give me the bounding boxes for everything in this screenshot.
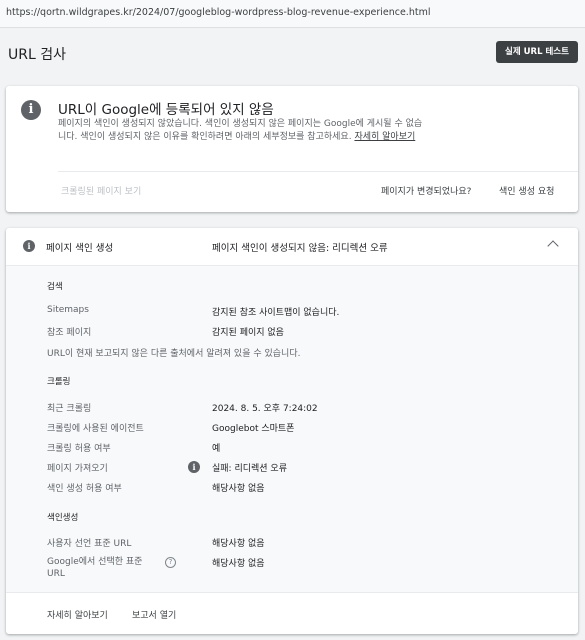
status-title: URL이 Google에 등록되어 있지 않음 [58,102,274,118]
page-fetch-label: 페이지 가져오기 [47,464,108,474]
page-indexing-card: i 페이지 색인 생성 페이지 색인이 생성되지 않음: 리디렉션 오류 검색 … [6,228,578,634]
page-indexing-details: 검색 Sitemaps 감지된 참조 사이트맵이 없습니다. 참조 페이지 감지… [6,266,578,592]
coverage-status-card: i URL이 Google에 등록되어 있지 않음 페이지의 색인이 생성되지 … [6,86,578,212]
google-canonical-label: Google에서 선택한 표준 URL [47,557,143,579]
view-crawled-page-button[interactable]: 크롤링된 페이지 보기 [61,184,141,197]
help-icon[interactable]: ? [165,557,176,568]
last-crawl-label: 최근 크롤링 [47,404,92,414]
crawled-as-value: Googlebot 스마트폰 [212,424,295,434]
learn-more-button[interactable]: 자세히 알아보기 [47,608,108,621]
user-canonical-value: 해당사항 없음 [212,539,265,549]
status-description: 페이지의 색인이 생성되지 않았습니다. 색인이 생성되지 않은 페이지는 Go… [58,118,428,144]
last-crawl-value: 2024. 8. 5. 오후 7:24:02 [212,404,318,414]
inspected-url: https://qortn.wildgrapes.kr/2024/07/goog… [6,7,431,18]
crawled-as-label: 크롤링에 사용된 에이전트 [47,424,144,434]
discovery-heading: 검색 [47,282,63,292]
referring-page-value: 감지된 페이지 없음 [212,328,284,338]
user-canonical-label: 사용자 선언 표준 URL [47,539,132,549]
page-fetch-value: 실패: 리디렉션 오류 [212,464,287,474]
page-indexing-status: 페이지 색인이 생성되지 않음: 리디렉션 오류 [212,243,388,254]
page-indexing-footer: 자세히 알아보기 보고서 열기 [6,592,578,634]
page-title: URL 검사 [8,47,66,63]
page-changed-label: 페이지가 변경되었나요? [381,187,472,197]
live-test-button[interactable]: 실제 URL 테스트 [496,41,578,63]
crawl-allowed-value: 예 [212,444,221,454]
page-indexing-header[interactable]: i 페이지 색인 생성 페이지 색인이 생성되지 않음: 리디렉션 오류 [6,228,578,266]
sitemaps-value: 감지된 참조 사이트맵이 없습니다. [212,308,340,318]
url-bar: https://qortn.wildgrapes.kr/2024/07/goog… [0,0,585,28]
chevron-up-icon[interactable] [547,240,559,252]
sitemaps-label: Sitemaps [47,305,89,315]
open-report-button[interactable]: 보고서 열기 [132,608,176,621]
divider [58,171,578,172]
google-canonical-value: 해당사항 없음 [212,559,265,569]
info-icon: i [23,240,35,252]
crawl-heading: 크롤링 [47,377,71,387]
indexing-heading: 색인생성 [47,513,79,523]
info-icon: i [21,100,41,120]
learn-more-link[interactable]: 자세히 알아보기 [354,132,415,142]
discovery-note: URL이 현재 보고되지 않은 다른 출처에서 알려져 있을 수 있습니다. [47,349,301,359]
page-indexing-label: 페이지 색인 생성 [46,243,114,254]
referring-page-label: 참조 페이지 [47,328,92,338]
crawl-allowed-label: 크롤링 허용 여부 [47,444,111,454]
request-indexing-button[interactable]: 색인 생성 요청 [499,184,554,197]
indexing-allowed-value: 해당사항 없음 [212,484,265,494]
indexing-allowed-label: 색인 생성 허용 여부 [47,484,122,494]
info-icon[interactable]: i [188,461,200,473]
